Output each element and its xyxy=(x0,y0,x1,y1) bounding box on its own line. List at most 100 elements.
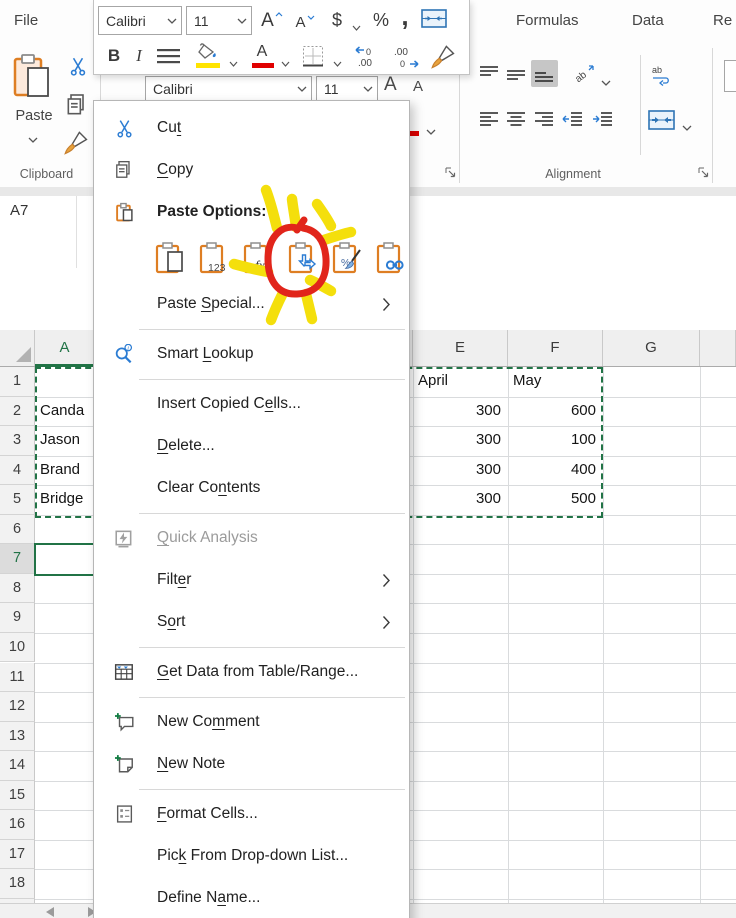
alignment-dialog-launcher-icon[interactable] xyxy=(697,166,710,179)
menu-item-copy[interactable]: Copy xyxy=(94,149,409,191)
font-size-select[interactable]: 11 xyxy=(186,6,252,35)
font-size-select[interactable]: 11 xyxy=(316,76,378,101)
tab-review[interactable]: Re xyxy=(713,12,732,29)
row-header-16[interactable]: 16 xyxy=(0,810,35,840)
menu-item-new-note[interactable]: New Note xyxy=(94,743,409,785)
cell-E2[interactable]: 300 xyxy=(413,397,507,426)
menu-item-insert-copied-cells[interactable]: Insert Copied Cells... xyxy=(94,383,409,425)
cell-A2[interactable]: Canda xyxy=(35,397,94,426)
select-all-button[interactable] xyxy=(0,330,35,366)
italic-button[interactable]: I xyxy=(132,42,146,70)
row-header-10[interactable]: 10 xyxy=(0,632,35,663)
chevron-down-icon[interactable] xyxy=(426,122,436,140)
format-painter-icon[interactable] xyxy=(62,130,92,161)
comma-style-button[interactable]: , xyxy=(397,0,413,32)
bold-button[interactable]: B xyxy=(105,42,123,70)
chevron-down-icon[interactable] xyxy=(229,54,238,72)
bottom-align-icon[interactable] xyxy=(535,68,554,90)
cell-F5[interactable]: 500 xyxy=(508,485,602,514)
chevron-down-icon[interactable] xyxy=(333,54,342,72)
scroll-left-icon[interactable] xyxy=(46,907,54,917)
tab-data[interactable]: Data xyxy=(632,12,664,29)
column-header-G[interactable]: G xyxy=(603,330,700,366)
row-header-1[interactable]: 1 xyxy=(0,367,35,397)
paste-button[interactable]: Paste xyxy=(10,50,58,160)
menu-item-get-data-from-table-range[interactable]: Get Data from Table/Range... xyxy=(94,651,409,693)
menu-item-pick-from-dropdown-list[interactable]: Pick From Drop-down List... xyxy=(94,835,409,877)
font-name-select[interactable]: Calibri xyxy=(98,6,182,35)
row-header-2[interactable]: 2 xyxy=(0,396,35,427)
merge-center-icon[interactable] xyxy=(421,9,447,34)
column-header-E[interactable]: E xyxy=(413,330,508,366)
row-header-5[interactable]: 5 xyxy=(0,485,35,515)
column-header-F[interactable]: F xyxy=(508,330,603,366)
copy-icon[interactable] xyxy=(65,92,89,123)
menu-item-filter[interactable]: Filter xyxy=(94,559,409,601)
font-color-button[interactable]: A xyxy=(250,42,274,62)
decrease-decimal-button[interactable]: 0.00 xyxy=(353,44,385,70)
font-dialog-launcher-icon[interactable] xyxy=(444,166,457,179)
merge-center-icon[interactable] xyxy=(648,110,676,136)
name-box[interactable]: A7 xyxy=(10,202,28,219)
menu-item-paste-special[interactable]: Paste Special... xyxy=(94,283,409,325)
middle-align-icon[interactable] xyxy=(507,68,526,88)
row-header-12[interactable]: 12 xyxy=(0,692,35,722)
chevron-down-icon[interactable] xyxy=(281,54,290,72)
tab-file[interactable]: File xyxy=(14,12,38,29)
row-header-8[interactable]: 8 xyxy=(0,573,35,604)
increase-indent-icon[interactable] xyxy=(592,112,613,134)
row-header-9[interactable]: 9 xyxy=(0,603,35,633)
cell-F3[interactable]: 100 xyxy=(508,426,602,455)
cell-E1[interactable]: April xyxy=(413,367,507,396)
row-header-6[interactable]: 6 xyxy=(0,514,35,545)
orientation-icon[interactable]: ab xyxy=(571,64,597,91)
menu-item-smart-lookup[interactable]: i Smart Lookup xyxy=(94,333,409,375)
borders-icon[interactable] xyxy=(302,45,325,73)
row-header-3[interactable]: 3 xyxy=(0,426,35,456)
tab-formulas[interactable]: Formulas xyxy=(516,12,579,29)
shrink-font-button[interactable]: A xyxy=(291,10,319,35)
menu-item-new-comment[interactable]: New Comment xyxy=(94,701,409,743)
cell-F4[interactable]: 400 xyxy=(508,456,602,485)
menu-item-sort[interactable]: Sort xyxy=(94,601,409,643)
wrap-text-icon[interactable]: ab xyxy=(651,64,673,91)
paste-formulas-icon[interactable]: fx xyxy=(243,239,276,277)
row-header-7[interactable]: 7 xyxy=(0,544,35,574)
decrease-indent-icon[interactable] xyxy=(562,112,583,134)
paste-keep-source-formatting-icon[interactable] xyxy=(154,239,187,277)
cell-E3[interactable]: 300 xyxy=(413,426,507,455)
row-header-15[interactable]: 15 xyxy=(0,780,35,811)
menu-item-define-name[interactable]: Define Name... xyxy=(94,877,409,918)
number-format-select[interactable] xyxy=(724,60,736,92)
menu-item-delete[interactable]: Delete... xyxy=(94,425,409,467)
paste-values-and-formatting-icon[interactable]: % xyxy=(331,239,364,277)
column-header-partial[interactable] xyxy=(700,330,736,366)
cell-A3[interactable]: Jason xyxy=(35,426,94,455)
row-header-4[interactable]: 4 xyxy=(0,455,35,486)
align-right-icon[interactable] xyxy=(535,112,554,134)
cell-F1[interactable]: May xyxy=(508,367,602,396)
paste-transpose-icon[interactable] xyxy=(287,239,320,277)
center-align-icon[interactable] xyxy=(157,49,181,70)
percent-style-button[interactable]: % xyxy=(368,6,394,35)
paste-values-icon[interactable]: 123 xyxy=(198,239,231,277)
cell-F2[interactable]: 600 xyxy=(508,397,602,426)
cell-A4[interactable]: Brand xyxy=(35,456,94,485)
align-center-icon[interactable] xyxy=(507,112,526,134)
grow-font-button[interactable]: A xyxy=(384,74,397,96)
format-painter-icon[interactable] xyxy=(429,44,459,75)
font-name-select[interactable]: Calibri xyxy=(145,76,312,101)
chevron-down-icon[interactable] xyxy=(601,73,611,91)
row-header-18[interactable]: 18 xyxy=(0,869,35,899)
menu-item-format-cells[interactable]: Format Cells... xyxy=(94,793,409,835)
row-header-17[interactable]: 17 xyxy=(0,839,35,870)
row-header-11[interactable]: 11 xyxy=(0,662,35,693)
shrink-font-button[interactable]: A xyxy=(413,78,423,95)
chevron-down-icon[interactable] xyxy=(352,18,361,36)
row-header-13[interactable]: 13 xyxy=(0,721,35,752)
row-header-14[interactable]: 14 xyxy=(0,751,35,781)
accounting-format-button[interactable]: $ xyxy=(323,6,351,35)
cell-E5[interactable]: 300 xyxy=(413,485,507,514)
chevron-down-icon[interactable] xyxy=(682,118,692,136)
menu-item-clear-contents[interactable]: Clear Contents xyxy=(94,467,409,509)
